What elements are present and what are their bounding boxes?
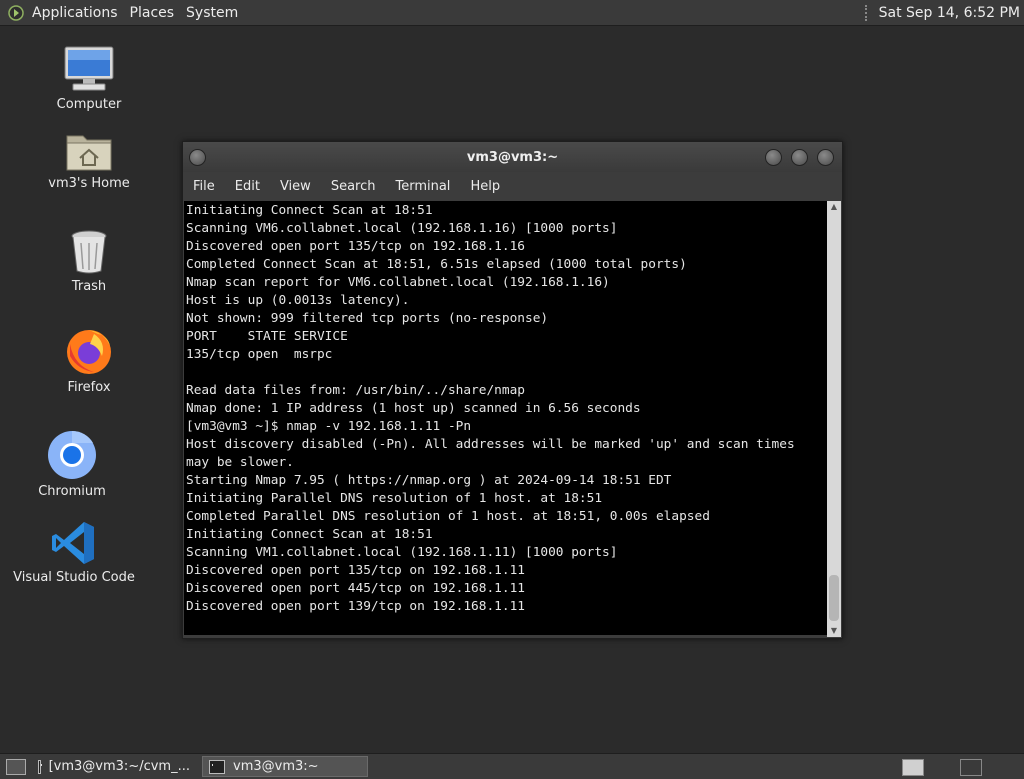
panel-separator bbox=[864, 4, 871, 21]
terminal-line: Discovered open port 135/tcp on 192.168.… bbox=[186, 563, 525, 578]
scroll-up-arrow-icon[interactable]: ▲ bbox=[827, 201, 841, 213]
desktop-icon-label: vm3's Home bbox=[48, 176, 130, 191]
scroll-down-arrow-icon[interactable]: ▼ bbox=[827, 625, 841, 637]
workspace-switcher-2[interactable] bbox=[960, 759, 982, 776]
menu-help[interactable]: Help bbox=[460, 179, 510, 194]
menu-file[interactable]: File bbox=[183, 179, 225, 194]
terminal-line: may be slower. bbox=[186, 455, 294, 470]
top-panel: Applications Places System Sat Sep 14, 6… bbox=[0, 0, 1024, 26]
terminal-line: Initiating Connect Scan at 18:51 bbox=[186, 527, 433, 542]
home-folder-icon bbox=[66, 135, 112, 171]
desktop-icon-label: Chromium bbox=[38, 484, 106, 499]
scroll-thumb[interactable] bbox=[829, 575, 839, 621]
chromium-icon bbox=[48, 430, 96, 479]
applications-menu[interactable]: Applications bbox=[26, 0, 124, 25]
terminal-scrollbar[interactable]: ▲ ▼ bbox=[827, 201, 841, 637]
desktop-icon-chromium[interactable]: Chromium bbox=[7, 430, 137, 499]
terminal-line: Nmap scan report for VM6.collabnet.local… bbox=[186, 275, 610, 290]
taskbar-item-active[interactable]: vm3@vm3:~ bbox=[202, 756, 368, 777]
trash-icon bbox=[71, 230, 107, 274]
taskbar-item-label: vm3@vm3:~ bbox=[233, 759, 319, 774]
terminal-line: Starting Nmap 7.95 ( https://nmap.org ) … bbox=[186, 473, 672, 488]
terminal-line: 135/tcp open msrpc bbox=[186, 347, 333, 362]
taskbar-item[interactable]: [vm3@vm3:~/cvm_... bbox=[32, 756, 196, 777]
applications-logo-icon[interactable] bbox=[8, 4, 24, 21]
terminal-line: Scanning VM6.collabnet.local (192.168.1.… bbox=[186, 221, 618, 236]
terminal-output[interactable]: Initiating Connect Scan at 18:51 Scanning… bbox=[184, 201, 827, 635]
places-menu[interactable]: Places bbox=[124, 0, 181, 25]
desktop-icon-computer[interactable]: Computer bbox=[24, 45, 154, 112]
window-titlebar[interactable]: vm3@vm3:~ bbox=[183, 142, 842, 172]
terminal-icon bbox=[38, 759, 42, 774]
desktop-icon-trash[interactable]: Trash bbox=[24, 229, 154, 294]
show-desktop-icon[interactable] bbox=[6, 758, 26, 775]
taskbar-item-label: [vm3@vm3:~/cvm_... bbox=[48, 759, 190, 774]
close-button[interactable] bbox=[817, 149, 834, 166]
terminal-line: Initiating Connect Scan at 18:51 bbox=[186, 203, 433, 218]
clock-area: Sat Sep 14, 6:52 PM bbox=[864, 0, 1020, 25]
terminal-line: Read data files from: /usr/bin/../share/… bbox=[186, 383, 525, 398]
terminal-menubar: File Edit View Search Terminal Help bbox=[183, 172, 842, 201]
maximize-button[interactable] bbox=[791, 149, 808, 166]
terminal-line: Scanning VM1.collabnet.local (192.168.1.… bbox=[186, 545, 618, 560]
terminal-line: PORT STATE SERVICE bbox=[186, 329, 348, 344]
window-title: vm3@vm3:~ bbox=[466, 149, 559, 165]
desktop-icon-label: Computer bbox=[56, 97, 122, 112]
firefox-icon bbox=[67, 330, 111, 374]
terminal-line: [vm3@vm3 ~]$ nmap -v 192.168.1.11 -Pn bbox=[186, 419, 472, 434]
menu-view[interactable]: View bbox=[270, 179, 321, 194]
window-menu-button[interactable] bbox=[189, 149, 206, 166]
computer-icon bbox=[64, 46, 114, 91]
desktop-icon-label: Trash bbox=[71, 279, 107, 294]
desktop-icon-label: Visual Studio Code bbox=[13, 570, 135, 585]
vscode-icon bbox=[52, 522, 94, 564]
terminal-icon bbox=[209, 759, 225, 774]
menu-edit[interactable]: Edit bbox=[225, 179, 270, 194]
system-menu[interactable]: System bbox=[180, 0, 244, 25]
terminal-line: Host discovery disabled (-Pn). All addre… bbox=[186, 437, 795, 452]
terminal-line: Nmap done: 1 IP address (1 host up) scan… bbox=[186, 401, 641, 416]
menu-search[interactable]: Search bbox=[321, 179, 386, 194]
desktop: Applications Places System Sat Sep 14, 6… bbox=[0, 0, 1024, 779]
bottom-panel: [vm3@vm3:~/cvm_... vm3@vm3:~ bbox=[0, 753, 1024, 779]
clock[interactable]: Sat Sep 14, 6:52 PM bbox=[879, 5, 1020, 21]
terminal-line: Completed Connect Scan at 18:51, 6.51s e… bbox=[186, 257, 687, 272]
terminal-line: Discovered open port 445/tcp on 192.168.… bbox=[186, 581, 525, 596]
workspace-switcher-1[interactable] bbox=[902, 759, 924, 776]
desktop-icon-firefox[interactable]: Firefox bbox=[24, 326, 154, 395]
desktop-icon-label: Firefox bbox=[67, 380, 111, 395]
terminal-line: Discovered open port 139/tcp on 192.168.… bbox=[186, 599, 525, 614]
menu-terminal[interactable]: Terminal bbox=[385, 179, 460, 194]
terminal-line: Host is up (0.0013s latency). bbox=[186, 293, 410, 308]
terminal-line: Not shown: 999 filtered tcp ports (no-re… bbox=[186, 311, 549, 326]
terminal-line: Discovered open port 135/tcp on 192.168.… bbox=[186, 239, 525, 254]
desktop-icon-home[interactable]: vm3's Home bbox=[24, 128, 154, 191]
minimize-button[interactable] bbox=[765, 149, 782, 166]
terminal-line: Completed Parallel DNS resolution of 1 h… bbox=[186, 509, 710, 524]
terminal-window[interactable]: vm3@vm3:~ File Edit View Search Terminal… bbox=[182, 141, 843, 639]
terminal-line: Initiating Parallel DNS resolution of 1 … bbox=[186, 491, 603, 506]
desktop-icon-vscode[interactable]: Visual Studio Code bbox=[9, 520, 139, 585]
